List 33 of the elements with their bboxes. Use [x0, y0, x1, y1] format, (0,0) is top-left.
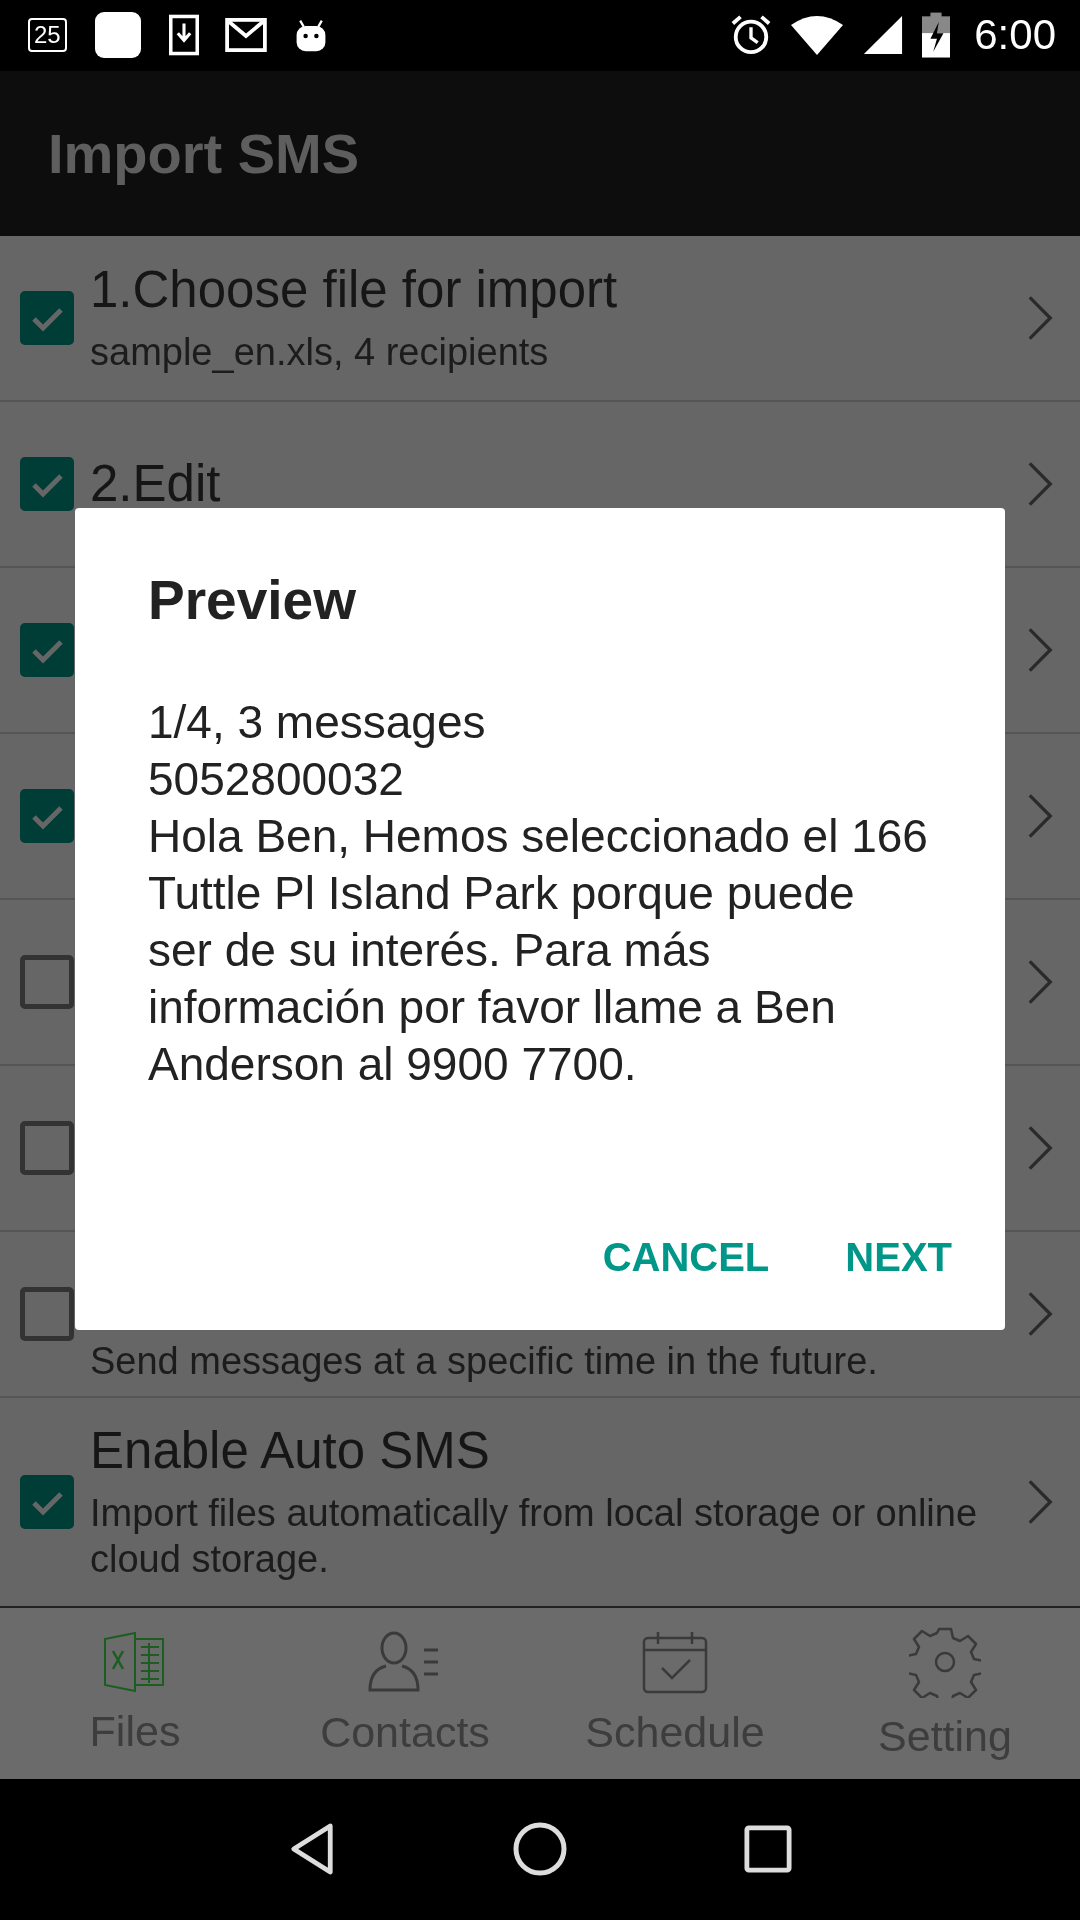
step-description: sample_en.xls, 4 recipients: [90, 330, 550, 376]
step-description: Send messages at a specific time in the future.: [90, 1338, 879, 1384]
mail-icon: [224, 18, 267, 53]
back-icon[interactable]: [288, 1822, 336, 1877]
signal-icon: [862, 14, 905, 57]
message-info: 5052800032: [148, 751, 405, 807]
calendar-check-icon: [642, 1629, 708, 1694]
message-info: 1/4, 3 messages: [148, 694, 487, 750]
checkbox[interactable]: [20, 1474, 74, 1529]
step-title: 1.Choose file for import: [90, 260, 619, 320]
spreadsheet-icon: [103, 1630, 167, 1693]
checkbox[interactable]: [20, 622, 74, 677]
next-button[interactable]: NEXT: [825, 1224, 972, 1290]
battery-charging-icon: [922, 12, 951, 59]
cancel-button[interactable]: CANCEL: [582, 1224, 790, 1290]
checkbox[interactable]: [20, 456, 74, 511]
step-title: Enable Auto SMS: [90, 1421, 491, 1481]
message-text: Hola Ben, Hemos seleccionado el 166 Tuttle Pl Island Park porque puede ser de su interés. Para más información por favor llame a Ben Anderson al 9900 7700.: [148, 808, 928, 1092]
checkbox[interactable]: [20, 290, 74, 345]
app-title: Import SMS: [48, 120, 360, 186]
notification-count-badge: 25: [28, 18, 67, 53]
alarm-icon: [730, 14, 773, 57]
step-description: Import files automatically from local storage or online cloud storage.: [90, 1491, 979, 1583]
step-title: 2.Edit: [90, 454, 222, 514]
home-icon[interactable]: [512, 1821, 568, 1878]
clock-time: 6:00: [974, 11, 1056, 60]
dialog-title: Preview: [148, 567, 357, 632]
wifi-icon: [790, 15, 845, 56]
settings-icon: [909, 1625, 981, 1698]
download-icon: [168, 13, 199, 58]
checkbox[interactable]: [20, 788, 74, 843]
square-icon: [92, 10, 143, 61]
recents-icon[interactable]: [744, 1825, 792, 1874]
